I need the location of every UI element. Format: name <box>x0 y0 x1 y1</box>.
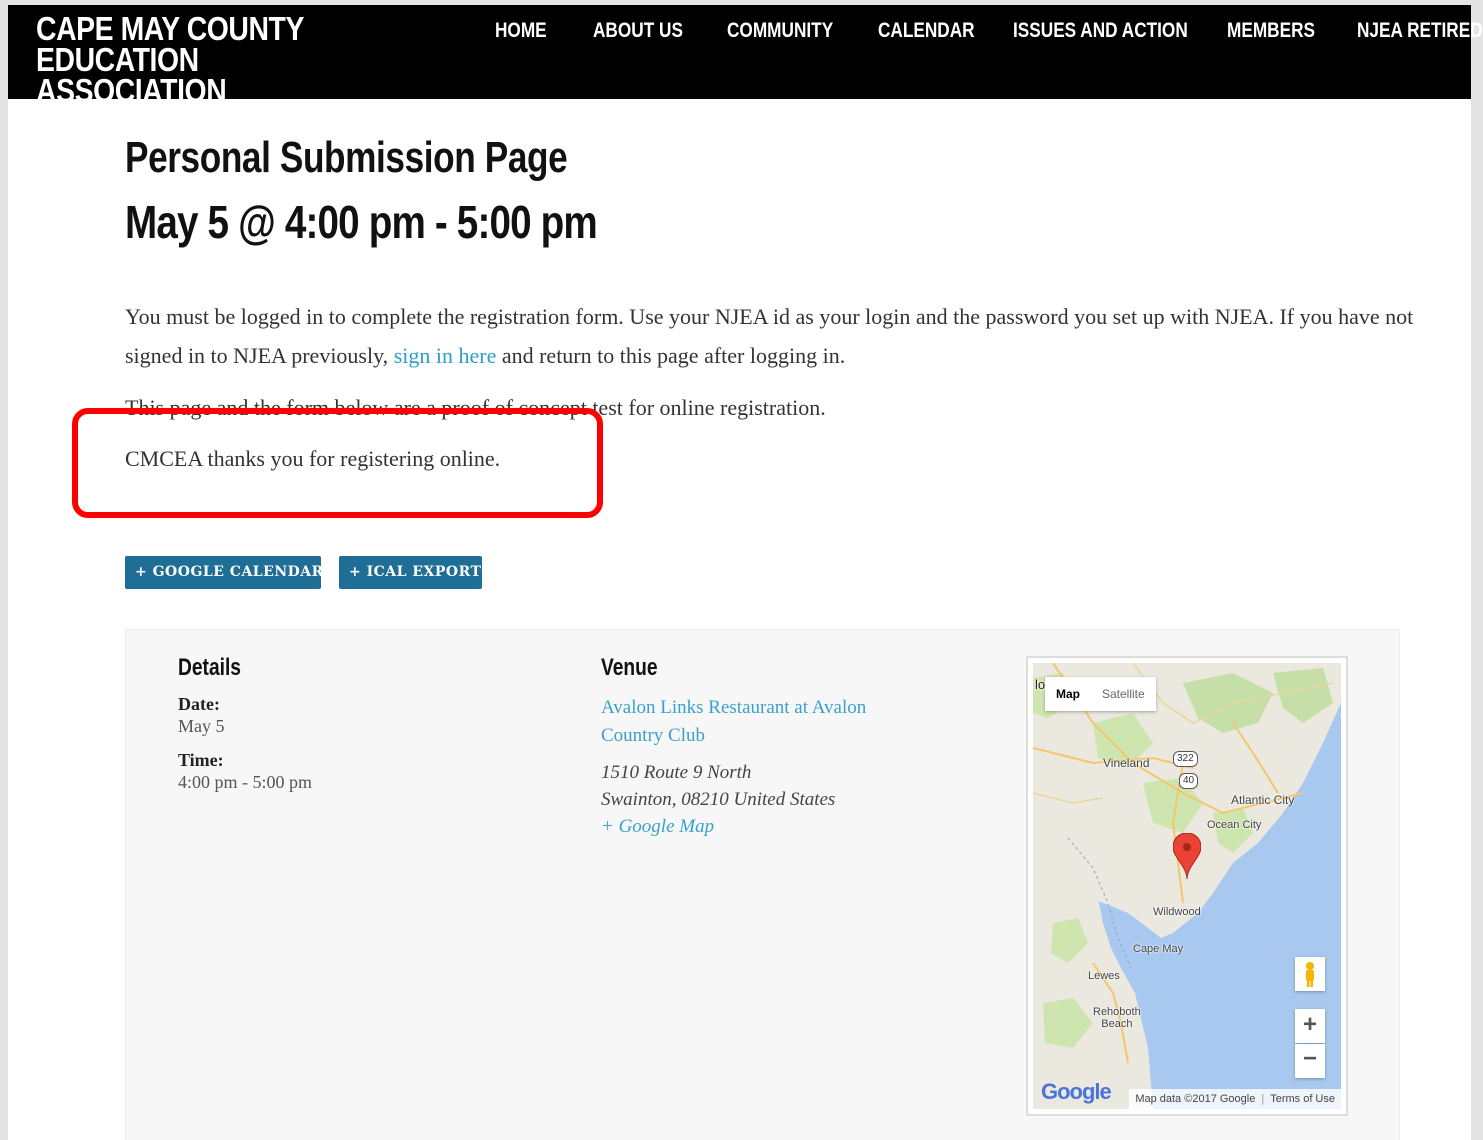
place-atlantic-city: Atlantic City <box>1231 793 1295 807</box>
map-type-map-button[interactable]: Map <box>1045 677 1091 711</box>
login-instructions: You must be logged in to complete the re… <box>125 297 1415 375</box>
nav-issues-and-action[interactable]: ISSUES AND ACTION <box>1013 19 1188 43</box>
time-value: 4:00 pm - 5:00 pm <box>178 772 312 792</box>
venue-heading: Venue <box>601 654 658 681</box>
site-title[interactable]: CAPE MAY COUNTY EDUCATION ASSOCIATION <box>36 12 397 107</box>
map-type-satellite-button[interactable]: Satellite <box>1091 677 1156 711</box>
page: CAPE MAY COUNTY EDUCATION ASSOCIATION HO… <box>8 5 1483 1140</box>
venue-address-line2: Swainton, 08210 United States <box>601 789 836 810</box>
place-ocean-city: Ocean City <box>1207 819 1262 831</box>
page-title: Personal Submission Page <box>125 133 568 182</box>
ical-export-button[interactable]: + ICAL EXPORT <box>339 556 482 589</box>
route-40-shield: 40 <box>1179 773 1199 789</box>
map-marker-icon[interactable] <box>1173 833 1201 879</box>
place-wildwood: Wildwood <box>1153 906 1201 918</box>
map-type-control: Map Satellite <box>1045 677 1156 711</box>
place-rehoboth-beach: Rehoboth Beach <box>1093 1006 1141 1030</box>
street-view-pegman-icon[interactable] <box>1295 957 1325 991</box>
map-footer: Google Map data ©2017 Google | Terms of Us… <box>1033 1079 1341 1109</box>
place-vineland: Vineland <box>1103 756 1150 770</box>
google-calendar-button[interactable]: + GOOGLE CALENDAR <box>125 556 323 589</box>
time-label: Time: <box>178 750 224 770</box>
site-header: CAPE MAY COUNTY EDUCATION ASSOCIATION HO… <box>8 5 1483 107</box>
zoom-in-button[interactable]: + <box>1295 1009 1325 1043</box>
event-meta-box: Details Date: May 5 Time: 4:00 pm - 5:00… <box>125 629 1400 1140</box>
place-cape-may: Cape May <box>1133 943 1184 955</box>
nav-calendar[interactable]: CALENDAR <box>878 19 975 43</box>
red-highlight-annotation <box>72 408 603 518</box>
map-data-text: Map data ©2017 Google <box>1135 1093 1256 1105</box>
event-datetime: May 5 @ 4:00 pm - 5:00 pm <box>125 196 598 248</box>
map-attribution: Map data ©2017 Google | Terms of Use <box>1129 1089 1341 1109</box>
login-instructions-text-end: and return to this page after logging in… <box>496 343 846 368</box>
nav-home[interactable]: HOME <box>495 19 547 43</box>
zoom-out-button[interactable]: − <box>1295 1044 1325 1078</box>
nav-members[interactable]: MEMBERS <box>1227 19 1315 43</box>
nav-community[interactable]: COMMUNITY <box>727 19 833 43</box>
venue-address-line1: 1510 Route 9 North <box>601 762 752 783</box>
date-label: Date: <box>178 694 220 714</box>
sign-in-link[interactable]: sign in here <box>394 343 497 368</box>
place-lewes: Lewes <box>1088 970 1120 982</box>
google-map-link[interactable]: + Google Map <box>601 816 714 838</box>
venue-name-link[interactable]: Avalon Links Restaurant at Avalon Countr… <box>601 694 901 750</box>
google-logo: Google <box>1041 1079 1112 1104</box>
details-heading: Details <box>178 654 241 681</box>
embedded-map[interactable]: Map Satellite lo Vineland 322 40 Atlanti… <box>1026 656 1348 1116</box>
nav-about-us[interactable]: ABOUT US <box>593 19 683 43</box>
map-edge-label: lo <box>1035 677 1046 692</box>
nav-njea-retired[interactable]: NJEA RETIRED <box>1357 19 1483 43</box>
route-322-shield: 322 <box>1173 751 1198 767</box>
terms-of-use-link[interactable]: Terms of Use <box>1270 1093 1335 1105</box>
date-value: May 5 <box>178 716 225 736</box>
map-canvas[interactable]: Map Satellite lo Vineland 322 40 Atlanti… <box>1033 663 1341 1109</box>
